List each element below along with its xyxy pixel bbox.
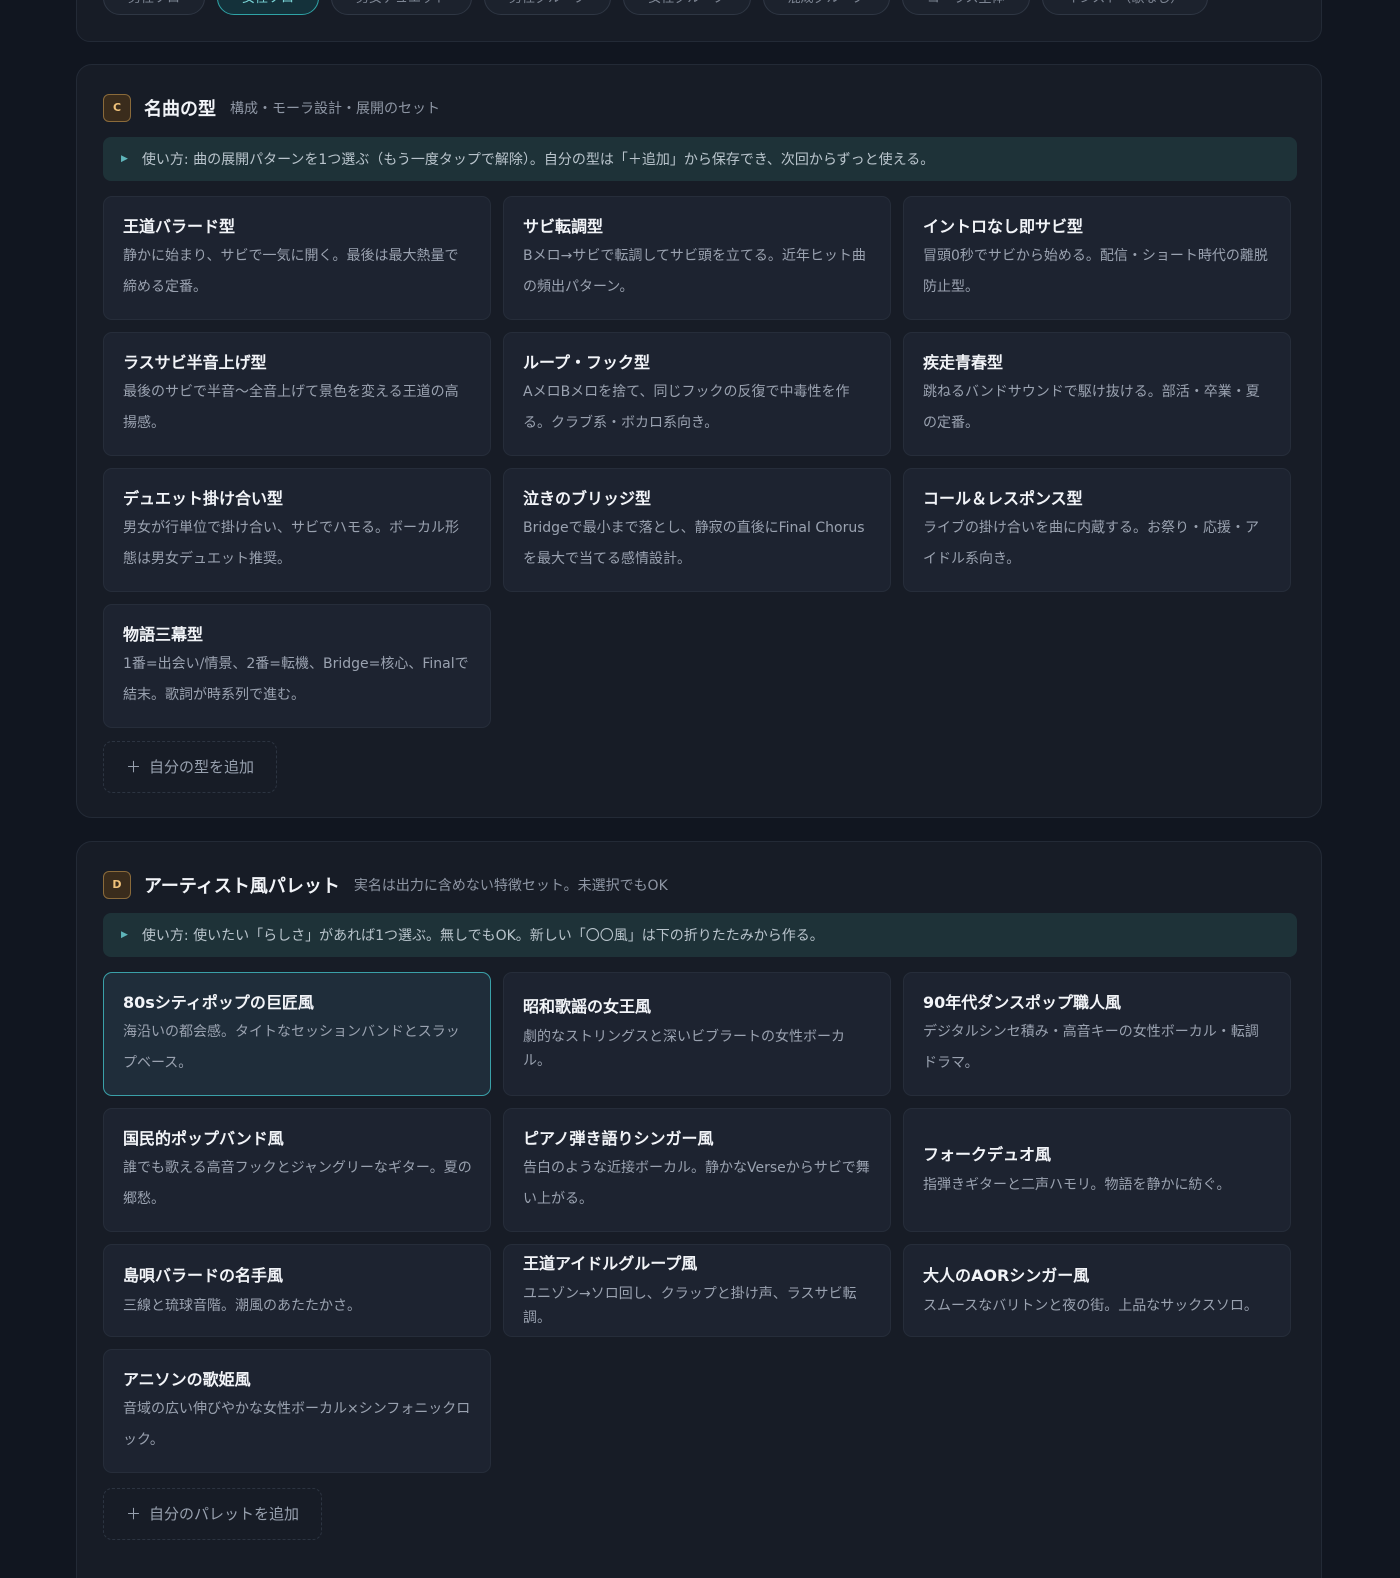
card-title: 90年代ダンスポップ職人風 (923, 993, 1121, 1012)
vocal-type-chip-row: 男性ソロ女性ソロ男女デュエット男性グループ女性グループ混成グループコーラス主体イ… (103, 0, 1209, 15)
song-pattern-section: C 名曲の型 構成・モーラ設計・展開のセット ▶ 使い方: 曲の展開パターンを1… (76, 64, 1322, 818)
palette-card[interactable]: アニソンの歌姫風音域の広い伸びやかな女性ボーカル×シンフォニックロック。 (103, 1349, 491, 1473)
add-palette-button[interactable]: ＋ 自分のパレットを追加 (103, 1488, 323, 1540)
add-pattern-label: 自分の型を追加 (149, 758, 255, 776)
vocal-type-chip[interactable]: コーラス主体 (901, 0, 1030, 15)
palette-card[interactable]: 島唄バラードの名手風三線と琉球音階。潮風のあたたかさ。 (103, 1244, 491, 1337)
page: 男性ソロ女性ソロ男女デュエット男性グループ女性グループ混成グループコーラス主体イ… (0, 0, 1400, 1578)
section-badge: D (103, 871, 131, 899)
usage-hint-text: 使い方: 使いたい「らしさ」があれば1つ選ぶ。無しでもOK。新しい「〇〇風」は下… (141, 928, 824, 944)
palette-card[interactable]: 大人のAORシンガー風スムースなバリトンと夜の街。上品なサックスソロ。 (903, 1244, 1291, 1337)
usage-hint[interactable]: ▶ 使い方: 曲の展開パターンを1つ選ぶ（もう一度タップで解除）。自分の型は「＋… (103, 137, 1297, 181)
plus-icon: ＋ (126, 758, 142, 776)
card-title: 大人のAORシンガー風 (923, 1265, 1090, 1285)
card-title: サビ転調型 (523, 217, 604, 236)
card-description: 1番=出会い/情景、2番=転機、Bridge=核心、Finalで結末。歌詞が時系… (123, 656, 469, 703)
triangle-right-icon: ▶ (121, 930, 128, 940)
pattern-card[interactable]: コール＆レスポンス型ライブの掛け合いを曲に内蔵する。お祭り・応援・アイドル系向き… (903, 468, 1291, 592)
card-description: 三線と琉球音階。潮風のあたたかさ。 (123, 1297, 361, 1314)
card-title: 国民的ポップバンド風 (123, 1129, 284, 1148)
pattern-card[interactable]: イントロなし即サビ型冒頭0秒でサビから始める。配信・ショート時代の離脱防止型。 (903, 196, 1291, 320)
card-title: 島唄バラードの名手風 (123, 1265, 284, 1285)
triangle-right-icon: ▶ (121, 154, 128, 164)
palette-card[interactable]: 昭和歌謡の女王風劇的なストリングスと深いビブラートの女性ボーカル。 (503, 972, 891, 1096)
card-description: スムースなバリトンと夜の街。上品なサックスソロ。 (923, 1297, 1258, 1314)
pattern-card[interactable]: 物語三幕型 1番=出会い/情景、2番=転機、Bridge=核心、Finalで結末。… (103, 604, 491, 728)
card-description: ユニゾン→ソロ回し、クラップと掛け声、ラスサビ転調。 (523, 1285, 857, 1326)
pattern-card[interactable]: サビ転調型 Bメロ→サビで転調してサビ頭を立てる。近年ヒット曲の頻出パターン。 (503, 196, 891, 320)
palette-card[interactable]: 90年代ダンスポップ職人風デジタルシンセ積み・高音キーの女性ボーカル・転調ドラマ… (903, 972, 1291, 1096)
card-title: 昭和歌謡の女王風 (523, 997, 652, 1016)
vocal-type-chip[interactable]: 男性ソロ (103, 0, 206, 15)
card-description: 男女が行単位で掛け合い、サビでハモる。ボーカル形態は男女デュエット推奨。 (123, 520, 459, 567)
card-description: Bメロ→サビで転調してサビ頭を立てる。近年ヒット曲の頻出パターン。 (523, 248, 866, 295)
card-title: ピアノ弾き語りシンガー風 (523, 1129, 714, 1148)
card-description: 静かに始まり、サビで一気に開く。最後は最大熱量で締める定番。 (123, 248, 459, 295)
card-description: AメロBメロを捨て、同じフックの反復で中毒性を作る。クラブ系・ボカロ系向き。 (523, 384, 850, 431)
palette-card[interactable]: 王道アイドルグループ風ユニゾン→ソロ回し、クラップと掛け声、ラスサビ転調。 (503, 1244, 891, 1337)
card-title: 80sシティポップの巨匠風 (123, 993, 314, 1012)
card-description: 音域の広い伸びやかな女性ボーカル×シンフォニックロック。 (123, 1401, 471, 1448)
vocal-type-chip[interactable]: 女性グループ (623, 0, 751, 15)
pattern-card[interactable]: 泣きのブリッジ型 Bridgeで最小まで落とし、静寂の直後にFinal Choru… (503, 468, 891, 592)
palette-card[interactable]: フォークデュオ風指弾きギターと二声ハモリ。物語を静かに紡ぐ。 (903, 1108, 1291, 1232)
vocal-type-chip[interactable]: 男性グループ (484, 0, 612, 15)
vocal-type-section: 男性ソロ女性ソロ男女デュエット男性グループ女性グループ混成グループコーラス主体イ… (76, 0, 1322, 42)
pattern-card[interactable]: 王道バラード型静かに始まり、サビで一気に開く。最後は最大熱量で締める定番。 (103, 196, 491, 320)
add-palette-label: 自分のパレットを追加 (149, 1505, 300, 1523)
card-title: アニソンの歌姫風 (123, 1370, 251, 1389)
section-title: アーティスト風パレット (144, 876, 340, 897)
card-title: 疾走青春型 (923, 353, 1004, 372)
section-subtitle: 構成・モーラ設計・展開のセット (230, 101, 440, 117)
card-description: 劇的なストリングスと深いビブラートの女性ボーカル。 (523, 1029, 845, 1069)
pattern-card[interactable]: ラスサビ半音上げ型最後のサビで半音〜全音上げて景色を変える王道の高揚感。 (103, 332, 491, 456)
card-title: 王道バラード型 (123, 217, 236, 236)
card-description: デジタルシンセ積み・高音キーの女性ボーカル・転調ドラマ。 (923, 1024, 1259, 1071)
card-description: ライブの掛け合いを曲に内蔵する。お祭り・応援・アイドル系向き。 (923, 520, 1259, 567)
pattern-card[interactable]: デュエット掛け合い型男女が行単位で掛け合い、サビでハモる。ボーカル形態は男女デュ… (103, 468, 491, 592)
card-description: 海沿いの都会感。タイトなセッションバンドとスラップベース。 (123, 1024, 460, 1071)
vocal-type-chip[interactable]: 男女デュエット (331, 0, 473, 15)
vocal-type-chip[interactable]: 混成グループ (762, 0, 890, 15)
plus-icon: ＋ (126, 1505, 142, 1523)
card-title: デュエット掛け合い型 (123, 489, 284, 508)
card-title: 泣きのブリッジ型 (523, 489, 652, 508)
card-description: 指弾きギターと二声ハモリ。物語を静かに紡ぐ。 (923, 1177, 1231, 1193)
palette-card[interactable]: 国民的ポップバンド風誰でも歌える高音フックとジャングリーなギター。夏の郷愁。 (103, 1108, 491, 1232)
card-description: Bridgeで最小まで落とし、静寂の直後にFinal Chorusを最大で当てる… (523, 520, 865, 567)
card-title: 王道アイドルグループ風 (523, 1253, 698, 1273)
card-title: フォークデュオ風 (923, 1145, 1052, 1164)
card-title: イントロなし即サビ型 (923, 217, 1084, 236)
card-description: 跳ねるバンドサウンドで駆け抜ける。部活・卒業・夏の定番。 (923, 384, 1260, 431)
usage-hint[interactable]: ▶ 使い方: 使いたい「らしさ」があれば1つ選ぶ。無しでもOK。新しい「〇〇風」… (103, 913, 1297, 957)
card-title: コール＆レスポンス型 (923, 489, 1083, 508)
section-badge: C (103, 94, 131, 122)
palette-card[interactable]: ピアノ弾き語りシンガー風告白のような近接ボーカル。静かなVerseからサビで舞い… (503, 1108, 891, 1232)
add-pattern-button[interactable]: ＋ 自分の型を追加 (103, 741, 278, 793)
card-description: 冒頭0秒でサビから始める。配信・ショート時代の離脱防止型。 (923, 248, 1268, 295)
vocal-type-chip[interactable]: インスト（歌なし） (1041, 0, 1209, 15)
section-title: 名曲の型 (144, 99, 216, 120)
usage-hint-text: 使い方: 曲の展開パターンを1つ選ぶ（もう一度タップで解除）。自分の型は「＋追加… (141, 152, 935, 168)
artist-palette-section: D アーティスト風パレット 実名は出力に含めない特徴セット。未選択でもOK ▶ … (76, 841, 1322, 1578)
card-description: 告白のような近接ボーカル。静かなVerseからサビで舞い上がる。 (523, 1160, 870, 1207)
vocal-type-chip[interactable]: 女性ソロ (217, 0, 320, 15)
section-subtitle: 実名は出力に含めない特徴セット。未選択でもOK (353, 878, 668, 894)
card-title: 物語三幕型 (123, 625, 204, 644)
card-title: ループ・フック型 (523, 353, 651, 372)
card-description: 誰でも歌える高音フックとジャングリーなギター。夏の郷愁。 (123, 1160, 472, 1207)
pattern-card[interactable]: ループ・フック型 AメロBメロを捨て、同じフックの反復で中毒性を作る。クラブ系・ボ… (503, 332, 891, 456)
card-description: 最後のサビで半音〜全音上げて景色を変える王道の高揚感。 (123, 384, 459, 431)
pattern-card[interactable]: 疾走青春型跳ねるバンドサウンドで駆け抜ける。部活・卒業・夏の定番。 (903, 332, 1291, 456)
card-title: ラスサビ半音上げ型 (123, 353, 267, 372)
palette-card[interactable]: 80sシティポップの巨匠風海沿いの都会感。タイトなセッションバンドとスラップベー… (103, 972, 491, 1096)
section-header: C 名曲の型 構成・モーラ設計・展開のセット (103, 93, 440, 123)
section-header: D アーティスト風パレット 実名は出力に含めない特徴セット。未選択でもOK (103, 870, 668, 900)
